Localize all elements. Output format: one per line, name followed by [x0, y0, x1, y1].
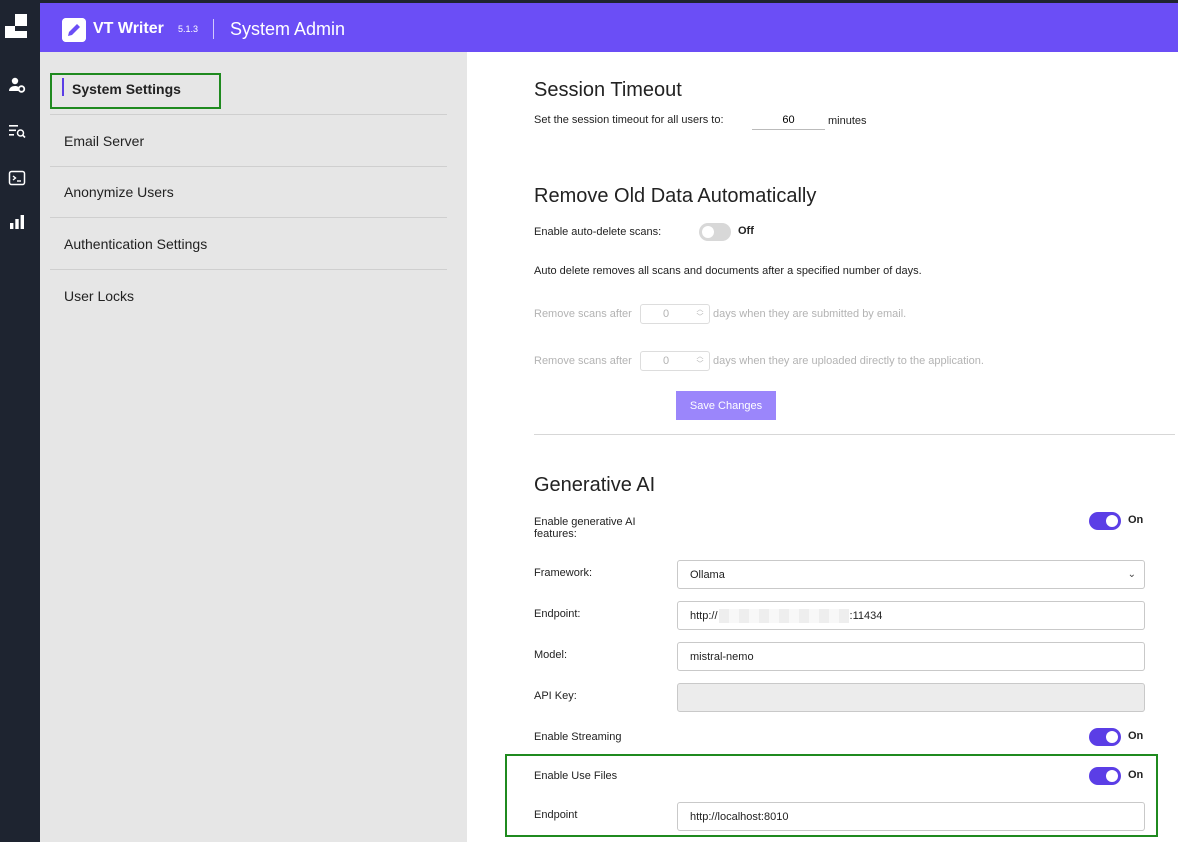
upload-remove-prefix: Remove scans after [534, 355, 632, 367]
files-endpoint-field[interactable]: http://localhost:8010 [677, 802, 1145, 831]
email-days-stepper[interactable]: 0 ︿ ﹀ [640, 304, 710, 324]
model-field[interactable]: mistral-nemo [677, 642, 1145, 671]
bar-chart-icon[interactable] [8, 213, 26, 231]
user-settings-icon[interactable] [8, 76, 26, 94]
framework-value: Ollama [690, 568, 725, 581]
pencil-icon [62, 18, 86, 42]
nav-item-email-server[interactable]: Email Server [50, 115, 447, 167]
settings-nav: System Settings Email Server Anonymize U… [40, 52, 467, 842]
framework-label: Framework: [534, 567, 593, 579]
auto-delete-description: Auto delete removes all scans and docume… [534, 265, 922, 277]
list-search-icon[interactable] [8, 122, 26, 140]
api-key-field[interactable] [677, 683, 1145, 712]
gen-ai-enable-label: Enable generative AI features: [534, 516, 636, 540]
toggle-knob [702, 226, 714, 238]
active-indicator [62, 78, 64, 96]
framework-select[interactable]: Ollama ⌄ [677, 560, 1145, 589]
use-files-state: On [1128, 769, 1144, 781]
nav-item-system-settings[interactable]: System Settings [50, 63, 447, 115]
chevron-down-icon: ⌄ [1127, 569, 1136, 580]
auto-delete-label: Enable auto-delete scans: [534, 226, 662, 238]
auto-delete-toggle[interactable] [699, 223, 731, 241]
use-files-toggle[interactable] [1089, 767, 1121, 785]
redacted-address [718, 608, 849, 623]
session-timeout-input[interactable] [752, 110, 825, 130]
stepper-arrows-icon[interactable]: ︿ ﹀ [693, 353, 707, 369]
stepper-arrows-icon[interactable]: ︿ ﹀ [693, 306, 707, 322]
files-endpoint-label: Endpoint [534, 809, 578, 821]
nav-item-label: System Settings [72, 80, 181, 97]
upload-days-value: 0 [663, 355, 670, 367]
section-divider [534, 434, 1175, 435]
top-header: VT Writer 5.1.3 System Admin [40, 0, 1178, 52]
page-title: System Admin [230, 19, 346, 39]
session-timeout-unit: minutes [828, 115, 867, 127]
upload-days-stepper[interactable]: 0 ︿ ﹀ [640, 351, 710, 371]
streaming-state: On [1128, 730, 1144, 742]
nav-item-label: Authentication Settings [64, 235, 208, 252]
model-label: Model: [534, 649, 568, 661]
auto-delete-state: Off [738, 225, 754, 237]
toggle-knob [1106, 515, 1118, 527]
files-endpoint-value: http://localhost:8010 [690, 810, 789, 823]
gen-ai-enable-toggle[interactable] [1089, 512, 1121, 530]
nav-item-label: User Locks [64, 288, 135, 304]
remove-old-data-title: Remove Old Data Automatically [534, 185, 817, 207]
header-divider [213, 19, 214, 39]
streaming-toggle[interactable] [1089, 728, 1121, 746]
app-version: 5.1.3 [178, 24, 199, 34]
endpoint-prefix: http:// [690, 609, 718, 622]
endpoint-field[interactable]: http:// :11434 [677, 601, 1145, 630]
gen-ai-enable-state: On [1128, 514, 1144, 526]
upload-remove-suffix: days when they are uploaded directly to … [713, 355, 984, 367]
app-rail [0, 0, 40, 842]
toggle-knob [1106, 770, 1118, 782]
nav-item-user-locks[interactable]: User Locks [50, 270, 447, 322]
session-timeout-title: Session Timeout [534, 79, 682, 101]
streaming-label: Enable Streaming [534, 731, 622, 743]
terminal-icon[interactable] [8, 169, 26, 187]
session-timeout-label: Set the session timeout for all users to… [534, 114, 724, 126]
nav-item-label: Email Server [64, 132, 145, 149]
email-remove-prefix: Remove scans after [534, 308, 632, 320]
endpoint-suffix: :11434 [849, 609, 883, 622]
model-value: mistral-nemo [690, 650, 754, 663]
api-key-label: API Key: [534, 690, 577, 702]
app-name: VT Writer [93, 20, 164, 37]
toggle-knob [1106, 731, 1118, 743]
generative-ai-title: Generative AI [534, 474, 656, 496]
app-logo[interactable] [5, 14, 27, 38]
nav-item-authentication-settings[interactable]: Authentication Settings [50, 218, 447, 270]
email-remove-suffix: days when they are submitted by email. [713, 308, 907, 320]
save-changes-button[interactable]: Save Changes [676, 391, 776, 420]
main-content: Session Timeout Set the session timeout … [467, 52, 1175, 842]
use-files-label: Enable Use Files [534, 770, 618, 782]
nav-item-label: Anonymize Users [64, 183, 174, 200]
email-days-value: 0 [663, 308, 670, 320]
nav-item-anonymize-users[interactable]: Anonymize Users [50, 166, 447, 218]
endpoint-label: Endpoint: [534, 608, 581, 620]
